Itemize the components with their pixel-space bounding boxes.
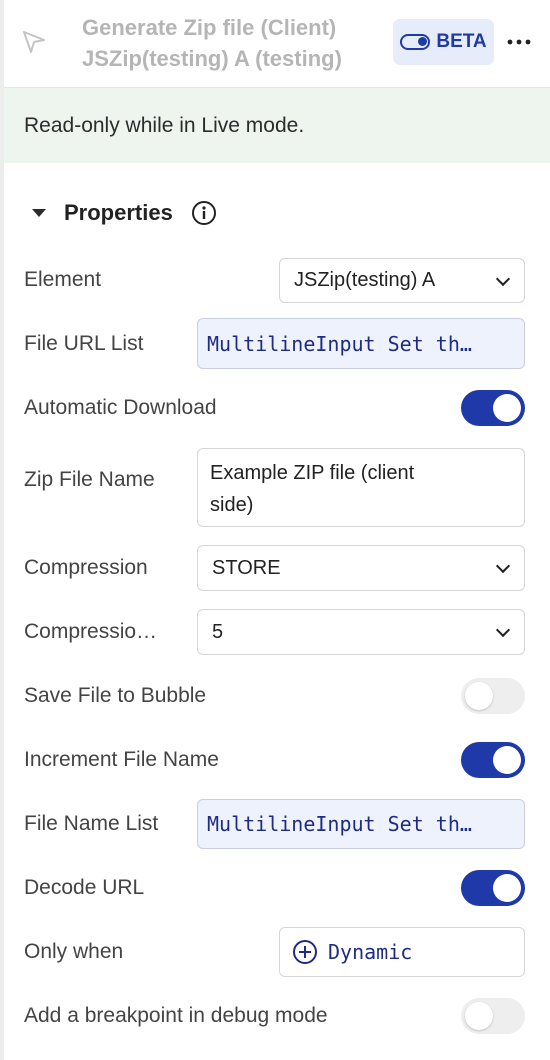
property-editor-panel: Generate Zip file (Client) JSZip(testing… bbox=[4, 0, 550, 1060]
file-name-list-input[interactable]: MultilineInput Set th… bbox=[197, 799, 525, 849]
compression-level-value: 5 bbox=[212, 620, 224, 643]
dynamic-label: Dynamic bbox=[328, 940, 413, 964]
title-line-2: JSZip(testing) A (testing) bbox=[82, 46, 342, 71]
decode-url-label: Decode URL bbox=[24, 876, 145, 899]
only-when-label: Only when bbox=[24, 940, 124, 963]
chevron-down-icon bbox=[495, 622, 511, 638]
compression-value: STORE bbox=[212, 556, 281, 579]
save-file-to-bubble-label: Save File to Bubble bbox=[24, 684, 207, 707]
only-when-dynamic-input[interactable]: Dynamic bbox=[279, 927, 525, 977]
element-label: Element bbox=[24, 268, 102, 291]
toggle-knob bbox=[493, 394, 521, 422]
toggle-icon bbox=[400, 34, 431, 50]
automatic-download-label: Automatic Download bbox=[24, 396, 217, 419]
section-title: Properties bbox=[64, 200, 173, 225]
beta-badge-button[interactable]: BETA bbox=[393, 19, 494, 65]
toggle-knob bbox=[465, 682, 493, 710]
zip-file-name-line-2: side) bbox=[210, 494, 254, 516]
plus-circle-icon bbox=[293, 940, 317, 964]
cursor-icon bbox=[23, 31, 45, 53]
save-file-to-bubble-toggle[interactable] bbox=[461, 678, 525, 714]
toggle-knob bbox=[493, 746, 521, 774]
increment-file-name-label: Increment File Name bbox=[24, 748, 219, 771]
compression-level-label: Compressio… bbox=[24, 620, 158, 643]
decode-url-toggle[interactable] bbox=[461, 870, 525, 906]
workflow-action-title: Generate Zip file (Client) JSZip(testing… bbox=[82, 12, 382, 74]
zip-file-name-input[interactable]: Example ZIP file (client side) bbox=[197, 448, 525, 527]
compression-select[interactable]: STORE bbox=[197, 545, 525, 591]
zip-file-name-line-1: Example ZIP file (client bbox=[210, 462, 415, 484]
automatic-download-toggle[interactable] bbox=[461, 390, 525, 426]
compression-level-select[interactable]: 5 bbox=[197, 609, 525, 655]
element-value: JSZip(testing) A bbox=[294, 269, 436, 291]
breakpoint-label: Add a breakpoint in debug mode bbox=[24, 1004, 328, 1027]
title-line-1: Generate Zip file (Client) bbox=[82, 15, 337, 40]
more-options-icon[interactable] bbox=[506, 30, 532, 54]
file-url-list-label: File URL List bbox=[24, 332, 144, 355]
panel-header: Generate Zip file (Client) JSZip(testing… bbox=[4, 0, 550, 88]
beta-label: BETA bbox=[436, 31, 487, 52]
chevron-down-icon bbox=[495, 558, 511, 574]
properties-section-header[interactable]: Properties bbox=[32, 196, 217, 230]
breakpoint-toggle[interactable] bbox=[461, 998, 525, 1034]
compression-label: Compression bbox=[24, 556, 148, 579]
toggle-knob bbox=[465, 1002, 493, 1030]
toggle-knob bbox=[493, 874, 521, 902]
element-select[interactable]: JSZip(testing) A bbox=[279, 258, 525, 303]
zip-file-name-label: Zip File Name bbox=[24, 468, 155, 491]
increment-file-name-toggle[interactable] bbox=[461, 742, 525, 778]
caret-down-icon[interactable] bbox=[32, 209, 46, 217]
info-icon[interactable] bbox=[191, 200, 217, 226]
chevron-down-icon bbox=[495, 271, 511, 286]
live-mode-banner: Read-only while in Live mode. bbox=[4, 88, 550, 163]
file-url-list-input[interactable]: MultilineInput Set th… bbox=[197, 318, 525, 369]
file-name-list-label: File Name List bbox=[24, 812, 159, 835]
